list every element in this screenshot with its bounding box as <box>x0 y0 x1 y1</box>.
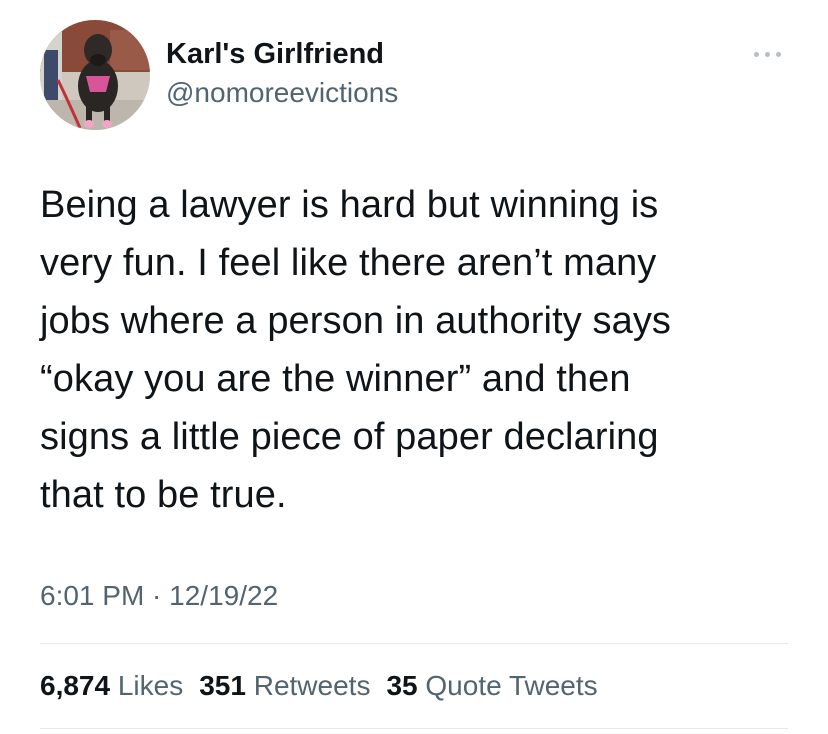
author-display-name[interactable]: Karl's Girlfriend <box>166 36 398 72</box>
tweet-timestamp[interactable]: 6:01 PM · 12/19/22 <box>40 578 278 614</box>
retweets-count: 351 <box>199 670 246 701</box>
quote-tweets-stat[interactable]: 35 Quote Tweets <box>386 668 597 704</box>
tweet-stats: 6,874 Likes 351 Retweets 35 Quote Tweets <box>40 668 614 704</box>
divider <box>40 728 788 729</box>
likes-stat[interactable]: 6,874 Likes <box>40 668 183 704</box>
likes-label: Likes <box>117 670 184 701</box>
avatar[interactable] <box>40 20 150 130</box>
retweets-stat[interactable]: 351 Retweets <box>199 668 370 704</box>
tweet-card: Karl's Girlfriend @nomoreevictions Being… <box>0 0 828 734</box>
tweet-text: Being a lawyer is hard but winning is ve… <box>40 184 672 516</box>
likes-count: 6,874 <box>40 670 111 701</box>
more-options-icon[interactable] <box>750 42 786 66</box>
divider <box>40 643 788 644</box>
retweets-label: Retweets <box>253 670 371 701</box>
quote-tweets-count: 35 <box>386 670 418 701</box>
dog-photo-avatar-icon <box>40 20 150 130</box>
author-handle[interactable]: @nomoreevictions <box>166 74 398 112</box>
author-info: Karl's Girlfriend @nomoreevictions <box>166 36 398 112</box>
tweet-header: Karl's Girlfriend @nomoreevictions <box>40 20 790 130</box>
quote-tweets-label: Quote Tweets <box>425 670 598 701</box>
